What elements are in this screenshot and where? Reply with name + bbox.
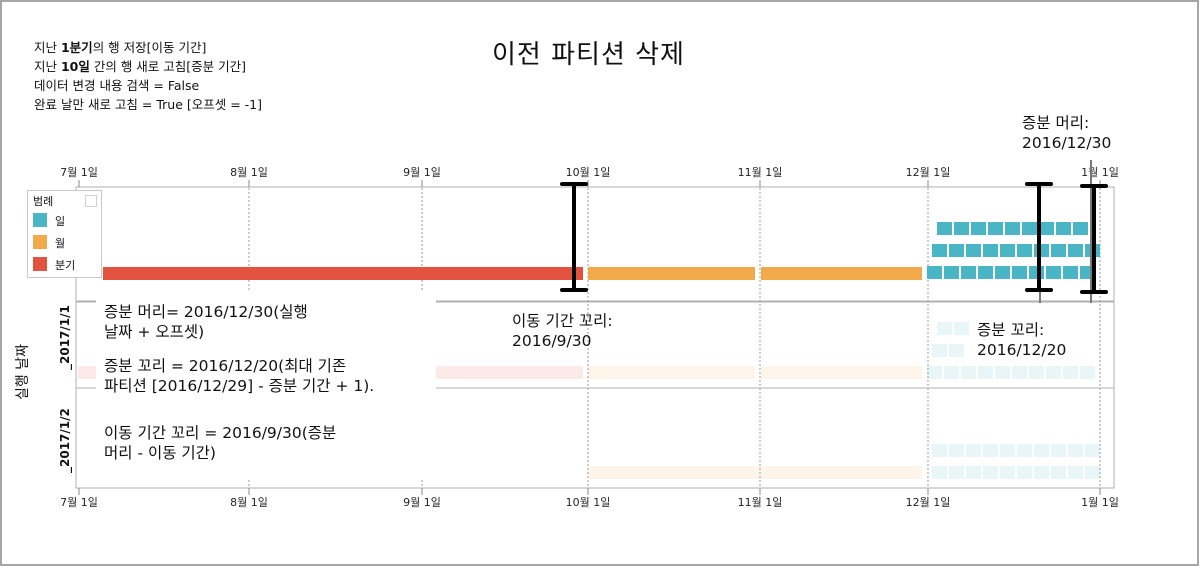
top-tick-label: 10월 1일 bbox=[566, 165, 611, 179]
day-block bbox=[944, 266, 959, 279]
faded-day-block bbox=[1080, 366, 1095, 379]
top-tick-label: 8월 1일 bbox=[230, 165, 268, 179]
day-block bbox=[1039, 222, 1054, 235]
month-bar-nov bbox=[761, 267, 922, 280]
faded-day-block bbox=[1068, 466, 1083, 479]
faded-day-block bbox=[1085, 444, 1100, 457]
day-block bbox=[932, 244, 947, 257]
top-tick-label: 7월 1일 bbox=[60, 165, 98, 179]
bottom-tick-label: 12월 1일 bbox=[906, 495, 951, 509]
faded-day-block bbox=[949, 466, 964, 479]
day-block bbox=[978, 266, 993, 279]
day-block bbox=[1005, 222, 1020, 235]
explanation-2: 증분 꼬리 = 2016/12/20(최대 기존 파티션 [2016/12/29… bbox=[104, 357, 375, 395]
day-block bbox=[1017, 244, 1032, 257]
callout-rolling-tail: 이동 기간 꼬리: 2016/9/30 bbox=[512, 312, 613, 350]
day-block bbox=[927, 266, 942, 279]
faded-day-block bbox=[1085, 466, 1100, 479]
month-bar-oct bbox=[588, 267, 755, 280]
quarter-bar bbox=[103, 267, 583, 280]
faded-day-block bbox=[1046, 366, 1061, 379]
legend-swatch-month bbox=[33, 235, 47, 249]
day-block bbox=[983, 244, 998, 257]
day-block bbox=[966, 244, 981, 257]
bottom-tick-label: 7월 1일 bbox=[60, 495, 98, 509]
day-block bbox=[1051, 244, 1066, 257]
faded-day-block bbox=[1000, 444, 1015, 457]
day-block bbox=[954, 222, 969, 235]
faded-day-block bbox=[1051, 444, 1066, 457]
day-block bbox=[988, 222, 1003, 235]
explanation-box: 증분 머리= 2016/12/30(실행 날짜 + 오프셋) 증분 꼬리 = 2… bbox=[96, 290, 436, 480]
day-block bbox=[1029, 266, 1044, 279]
top-tick-label: 12월 1일 bbox=[906, 165, 951, 179]
faded-day-block bbox=[1029, 366, 1044, 379]
day-block bbox=[1073, 222, 1088, 235]
callout-incremental-tail: 증분 꼬리: 2016/12/20 bbox=[977, 321, 1067, 359]
faded-day-block bbox=[1017, 466, 1032, 479]
faded-day-block bbox=[944, 366, 959, 379]
legend-title: 범례 bbox=[33, 195, 54, 208]
bottom-tick-label: 11월 1일 bbox=[738, 495, 783, 509]
row-label-2017-1-1: _2017/1/1 bbox=[58, 305, 72, 370]
callout-incremental-head: 증분 머리: 2016/12/30 bbox=[1022, 113, 1112, 153]
faded-day-block bbox=[1034, 444, 1049, 457]
explanation-1: 증분 머리= 2016/12/30(실행 날짜 + 오프셋) bbox=[104, 303, 308, 341]
faded-day-block bbox=[932, 344, 947, 357]
legend: 범례 일 월 분기 bbox=[27, 190, 102, 278]
faded-day-block bbox=[937, 322, 952, 335]
timeline-chart: 7월 1일 7월 1일 8월 1일 8월 1일 9월 1일 9월 1일 10월 1일 10월 … bbox=[60, 160, 1119, 509]
day-block bbox=[1012, 266, 1027, 279]
top-tick-label: 11월 1일 bbox=[738, 165, 783, 179]
faded-day-block bbox=[961, 366, 976, 379]
faded-month-bar bbox=[588, 366, 755, 379]
bottom-tick-label: 10월 1일 bbox=[566, 495, 611, 509]
faded-day-block bbox=[949, 344, 964, 357]
faded-day-block bbox=[927, 366, 942, 379]
faded-day-block bbox=[1068, 444, 1083, 457]
explanation-3: 이동 기간 꼬리 = 2016/9/30(증분 머리 - 이동 기간) bbox=[104, 424, 337, 462]
faded-day-block bbox=[1063, 366, 1078, 379]
day-block bbox=[961, 266, 976, 279]
day-block bbox=[1022, 222, 1037, 235]
y-axis-label: 실행 날짜 bbox=[15, 344, 31, 400]
row-label-2017-1-2: _2017/1/2 bbox=[58, 408, 72, 473]
day-block bbox=[1063, 266, 1078, 279]
faded-day-block bbox=[1034, 466, 1049, 479]
legend-toggle-icon[interactable] bbox=[85, 195, 97, 207]
faded-day-block bbox=[932, 444, 947, 457]
day-block bbox=[1034, 244, 1049, 257]
faded-day-block bbox=[995, 366, 1010, 379]
day-block bbox=[995, 266, 1010, 279]
faded-day-block bbox=[954, 322, 969, 335]
faded-month-bar bbox=[761, 366, 922, 379]
faded-day-block bbox=[932, 466, 947, 479]
day-block bbox=[1046, 266, 1061, 279]
faded-day-block bbox=[1012, 366, 1027, 379]
faded-day-block bbox=[949, 444, 964, 457]
day-block bbox=[937, 222, 952, 235]
day-block bbox=[1068, 244, 1083, 257]
faded-day-block bbox=[983, 444, 998, 457]
top-tick-label: 9월 1일 bbox=[403, 165, 441, 179]
day-block bbox=[971, 222, 986, 235]
faded-day-block bbox=[983, 466, 998, 479]
bottom-tick-label: 8월 1일 bbox=[230, 495, 268, 509]
top-tick-label: 1월 1일 bbox=[1081, 165, 1119, 179]
faded-month-bar bbox=[588, 466, 922, 479]
bottom-tick-label: 9월 1일 bbox=[403, 495, 441, 509]
day-block bbox=[1056, 222, 1071, 235]
day-block bbox=[949, 244, 964, 257]
legend-swatch-day bbox=[33, 213, 47, 227]
legend-swatch-quarter bbox=[33, 257, 47, 271]
faded-day-block bbox=[966, 444, 981, 457]
faded-day-block bbox=[966, 466, 981, 479]
bottom-tick-label: 1월 1일 bbox=[1081, 495, 1119, 509]
faded-day-block bbox=[1051, 466, 1066, 479]
day-block bbox=[1000, 244, 1015, 257]
faded-day-block bbox=[1017, 444, 1032, 457]
faded-day-block bbox=[1000, 466, 1015, 479]
faded-day-block bbox=[978, 366, 993, 379]
